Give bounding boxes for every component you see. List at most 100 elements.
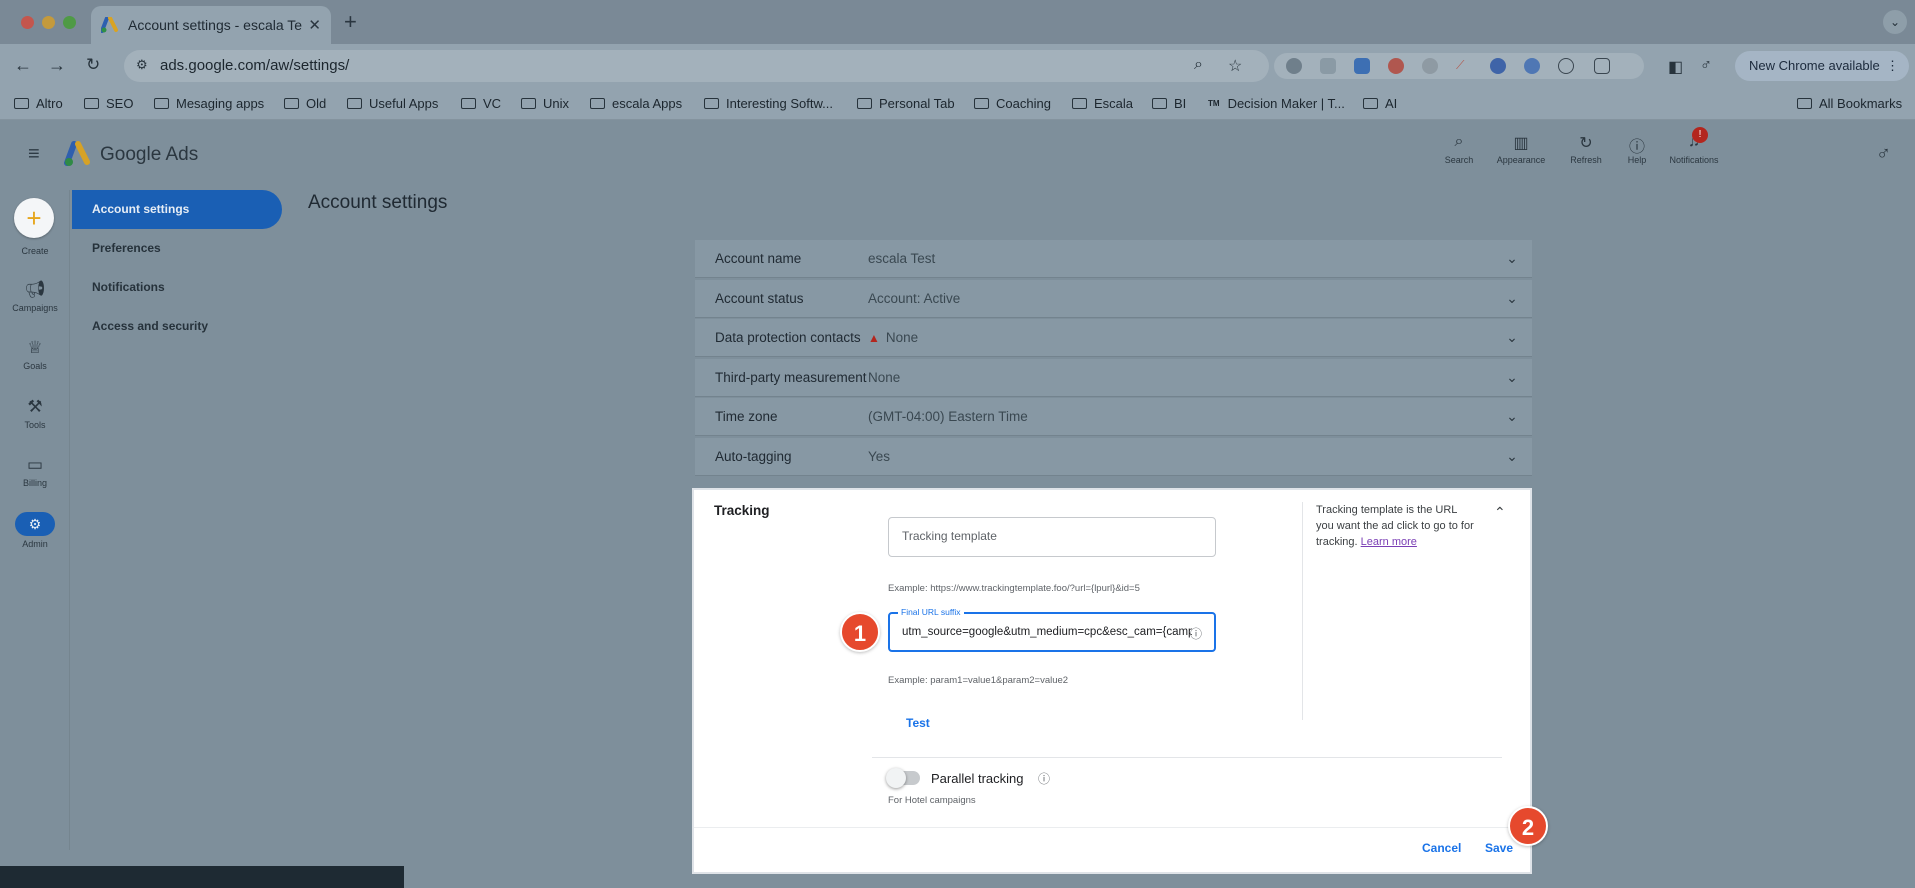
bookmark-folder[interactable]: Altro [14, 96, 63, 111]
header-help-button[interactable]: ⓘ Help [1620, 133, 1654, 165]
setting-row-time-zone[interactable]: Time zone (GMT-04:00) Eastern Time ⌄ [695, 398, 1532, 436]
tab-search-chevron-icon[interactable]: ⌄ [1883, 10, 1907, 34]
rail-create-label: Create [21, 246, 49, 256]
menu-icon[interactable]: ≡ [28, 143, 40, 166]
window-zoom-button[interactable] [63, 16, 76, 29]
tab-close-icon[interactable]: ✕ [308, 16, 321, 34]
settings-list: Account name escala Test ⌄ Account statu… [695, 240, 1532, 477]
parallel-tracking-toggle[interactable] [886, 768, 920, 788]
chevron-down-icon[interactable]: ⌄ [1492, 329, 1532, 346]
header-refresh-button[interactable]: ↻ Refresh [1564, 133, 1608, 165]
setting-row-account-status[interactable]: Account status Account: Active ⌄ [695, 279, 1532, 318]
url-text[interactable]: ads.google.com/aw/settings/ [160, 57, 349, 74]
chevron-down-icon[interactable]: ⌄ [1492, 250, 1532, 267]
chrome-update-button[interactable]: New Chrome available ⋮ [1735, 51, 1909, 81]
extension-icon[interactable] [1422, 58, 1438, 74]
chevron-up-icon[interactable]: ⌃ [1494, 504, 1506, 521]
header-search-button[interactable]: ⌕ Search [1440, 133, 1478, 165]
bookmark-folder[interactable]: Unix [521, 96, 569, 111]
bookmark-folder[interactable]: SEO [84, 96, 133, 111]
final-url-suffix-value[interactable]: utm_source=google&utm_medium=cpc&esc_cam… [902, 626, 1192, 638]
bookmark-folder[interactable]: Personal Tab [857, 96, 955, 111]
setting-label: Auto-tagging [715, 448, 792, 464]
bookmark-folder[interactable]: VC [461, 96, 501, 111]
bookmark-folder[interactable]: Old [284, 96, 326, 111]
rail-item-billing[interactable]: ▭ Billing [0, 455, 70, 488]
bookmark-folder[interactable]: Interesting Softw... [704, 96, 833, 111]
extension-icon[interactable] [1490, 58, 1506, 74]
plus-icon: + [26, 203, 42, 233]
bookmark-star-icon[interactable]: ☆ [1228, 56, 1242, 76]
extension-icon[interactable] [1388, 58, 1404, 74]
subnav-item-preferences[interactable]: Preferences [72, 229, 282, 268]
final-url-suffix-input[interactable]: Final URL suffix utm_source=google&utm_m… [888, 607, 1216, 652]
address-bar[interactable]: ⚙ ads.google.com/aw/settings/ ⌕ ☆ [124, 50, 1269, 82]
setting-row-third-party[interactable]: Third-party measurement None ⌄ [695, 358, 1532, 397]
create-button[interactable]: + [14, 198, 54, 238]
subnav-item-account-settings[interactable]: Account settings [72, 190, 282, 229]
toggle-knob [886, 768, 906, 788]
bookmark-link[interactable]: TM Decision Maker | T... [1208, 96, 1345, 111]
extension-icon[interactable] [1354, 58, 1370, 74]
setting-row-auto-tagging[interactable]: Auto-tagging Yes ⌄ [695, 437, 1532, 476]
bookmarks-bar: Altro SEO Mesaging apps Old Useful Apps … [0, 88, 1915, 120]
extension-icon[interactable] [1524, 58, 1540, 74]
refresh-icon: ↻ [1579, 135, 1593, 152]
bookmark-folder[interactable]: escala Apps [590, 96, 682, 111]
extension-icon[interactable] [1286, 58, 1302, 74]
help-circle-icon[interactable]: ⓘ [1038, 770, 1050, 787]
bookmark-folder[interactable]: Mesaging apps [154, 96, 264, 111]
subnav-item-notifications[interactable]: Notifications [72, 268, 282, 307]
extensions-puzzle-icon[interactable] [1594, 58, 1610, 74]
header-appearance-button[interactable]: ▥ Appearance [1490, 133, 1552, 165]
bookmark-folder[interactable]: Useful Apps [347, 96, 438, 111]
folder-icon [14, 98, 29, 109]
back-arrow-icon[interactable]: ← [14, 55, 32, 76]
window-close-button[interactable] [21, 16, 34, 29]
zoom-icon[interactable]: ⌕ [1194, 56, 1203, 74]
chevron-down-icon[interactable]: ⌄ [1492, 408, 1532, 425]
chevron-down-icon[interactable]: ⌄ [1492, 290, 1532, 307]
billing-icon: ▭ [26, 455, 44, 474]
test-button[interactable]: Test [906, 716, 930, 730]
site-info-icon[interactable]: ⚙ [136, 57, 148, 73]
browser-tab[interactable]: Account settings - escala Te ✕ [91, 6, 331, 44]
bookmark-folder[interactable]: Escala [1072, 96, 1133, 111]
extension-icon[interactable]: ⟋ [1456, 58, 1472, 74]
setting-row-data-protection[interactable]: Data protection contacts ▲ None ⌄ [695, 319, 1532, 357]
tracking-template-input[interactable]: Tracking template [888, 517, 1216, 557]
chevron-down-icon[interactable]: ⌄ [1492, 369, 1532, 386]
rail-item-campaigns[interactable]: 📢︎ Campaigns [0, 280, 70, 313]
bookmark-folder[interactable]: AI [1363, 96, 1397, 111]
forward-arrow-icon[interactable]: → [48, 55, 66, 76]
header-notifications-button[interactable]: ♫ Notifications ! [1662, 127, 1726, 165]
chevron-down-icon[interactable]: ⌄ [1492, 448, 1532, 465]
setting-label: Third-party measurement [715, 369, 867, 385]
new-tab-button[interactable]: + [344, 9, 357, 35]
rail-item-admin[interactable]: ⚙ Admin [0, 512, 70, 549]
subnav-item-access-security[interactable]: Access and security [72, 307, 282, 346]
extension-icon[interactable] [1558, 58, 1574, 74]
tab-title: Account settings - escala Te [128, 17, 303, 33]
chrome-menu-icon[interactable]: ⋮ [1886, 51, 1899, 81]
rail-item-tools[interactable]: ⚒ Tools [0, 397, 70, 430]
profile-icon[interactable]: ♂ [1700, 57, 1712, 75]
rail-item-goals[interactable]: ♕ Goals [0, 338, 70, 371]
bookmark-folder[interactable]: BI [1152, 96, 1186, 111]
app-header: ≡ Google Ads ⌕ Search ▥ Appearance ↻ Ref… [0, 121, 1915, 187]
side-panel-icon[interactable]: ◧ [1668, 57, 1683, 77]
learn-more-link[interactable]: Learn more [1361, 536, 1417, 548]
all-bookmarks[interactable]: All Bookmarks [1797, 96, 1902, 111]
reload-icon[interactable]: ↻ [86, 55, 100, 75]
setting-row-account-name[interactable]: Account name escala Test ⌄ [695, 240, 1532, 278]
window-minimize-button[interactable] [42, 16, 55, 29]
folder-icon [461, 98, 476, 109]
cancel-button[interactable]: Cancel [1422, 841, 1461, 855]
warning-icon: ▲ [868, 330, 880, 345]
folder-icon [84, 98, 99, 109]
bookmark-folder[interactable]: Coaching [974, 96, 1051, 111]
save-button[interactable]: Save [1485, 841, 1513, 855]
account-avatar-icon[interactable]: ♂ [1876, 143, 1891, 166]
extension-icon[interactable] [1320, 58, 1336, 74]
help-circle-icon[interactable]: ⓘ [1190, 625, 1202, 642]
